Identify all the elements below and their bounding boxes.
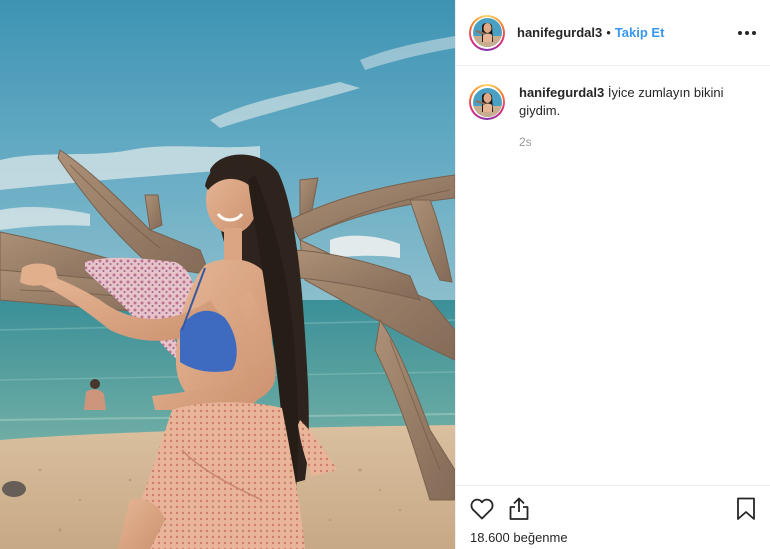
more-horizontal-icon[interactable] bbox=[738, 25, 756, 41]
caption-body: hanifegurdal3 İyice zumlayın bikini giyd… bbox=[519, 84, 729, 151]
post-sidebar: hanifegurdal3 • Takip Et hanifegurdal3 İ… bbox=[455, 0, 770, 549]
likes-count[interactable]: 18.600 beğenme bbox=[470, 530, 756, 545]
heart-outline-icon[interactable] bbox=[470, 498, 494, 520]
instagram-post: hanifegurdal3 • Takip Et hanifegurdal3 İ… bbox=[0, 0, 770, 549]
post-header: hanifegurdal3 • Takip Et bbox=[456, 0, 770, 66]
avatar-image bbox=[472, 18, 502, 47]
avatar-border bbox=[471, 16, 503, 49]
caption-time[interactable]: 2s bbox=[519, 133, 729, 151]
caption-avatar-border bbox=[471, 86, 503, 118]
share-icon[interactable] bbox=[508, 497, 530, 521]
action-bar bbox=[470, 496, 756, 522]
caption-avatar[interactable] bbox=[469, 84, 505, 120]
header-separator: • bbox=[606, 25, 611, 40]
comments-section: hanifegurdal3 İyice zumlayın bikini giyd… bbox=[456, 66, 770, 485]
likes-label: beğenme bbox=[513, 530, 568, 545]
follow-button[interactable]: Takip Et bbox=[615, 25, 665, 40]
post-footer: 18.600 beğenme bbox=[456, 485, 770, 549]
beach-photo bbox=[0, 0, 455, 549]
likes-number: 18.600 bbox=[470, 530, 510, 545]
post-photo[interactable] bbox=[0, 0, 455, 549]
caption-avatar-image bbox=[472, 87, 502, 117]
caption-row: hanifegurdal3 İyice zumlayın bikini giyd… bbox=[469, 84, 756, 151]
bookmark-icon[interactable] bbox=[736, 497, 756, 521]
caption-username[interactable]: hanifegurdal3 bbox=[519, 85, 604, 100]
avatar[interactable] bbox=[469, 14, 505, 51]
username-link[interactable]: hanifegurdal3 bbox=[517, 25, 602, 40]
